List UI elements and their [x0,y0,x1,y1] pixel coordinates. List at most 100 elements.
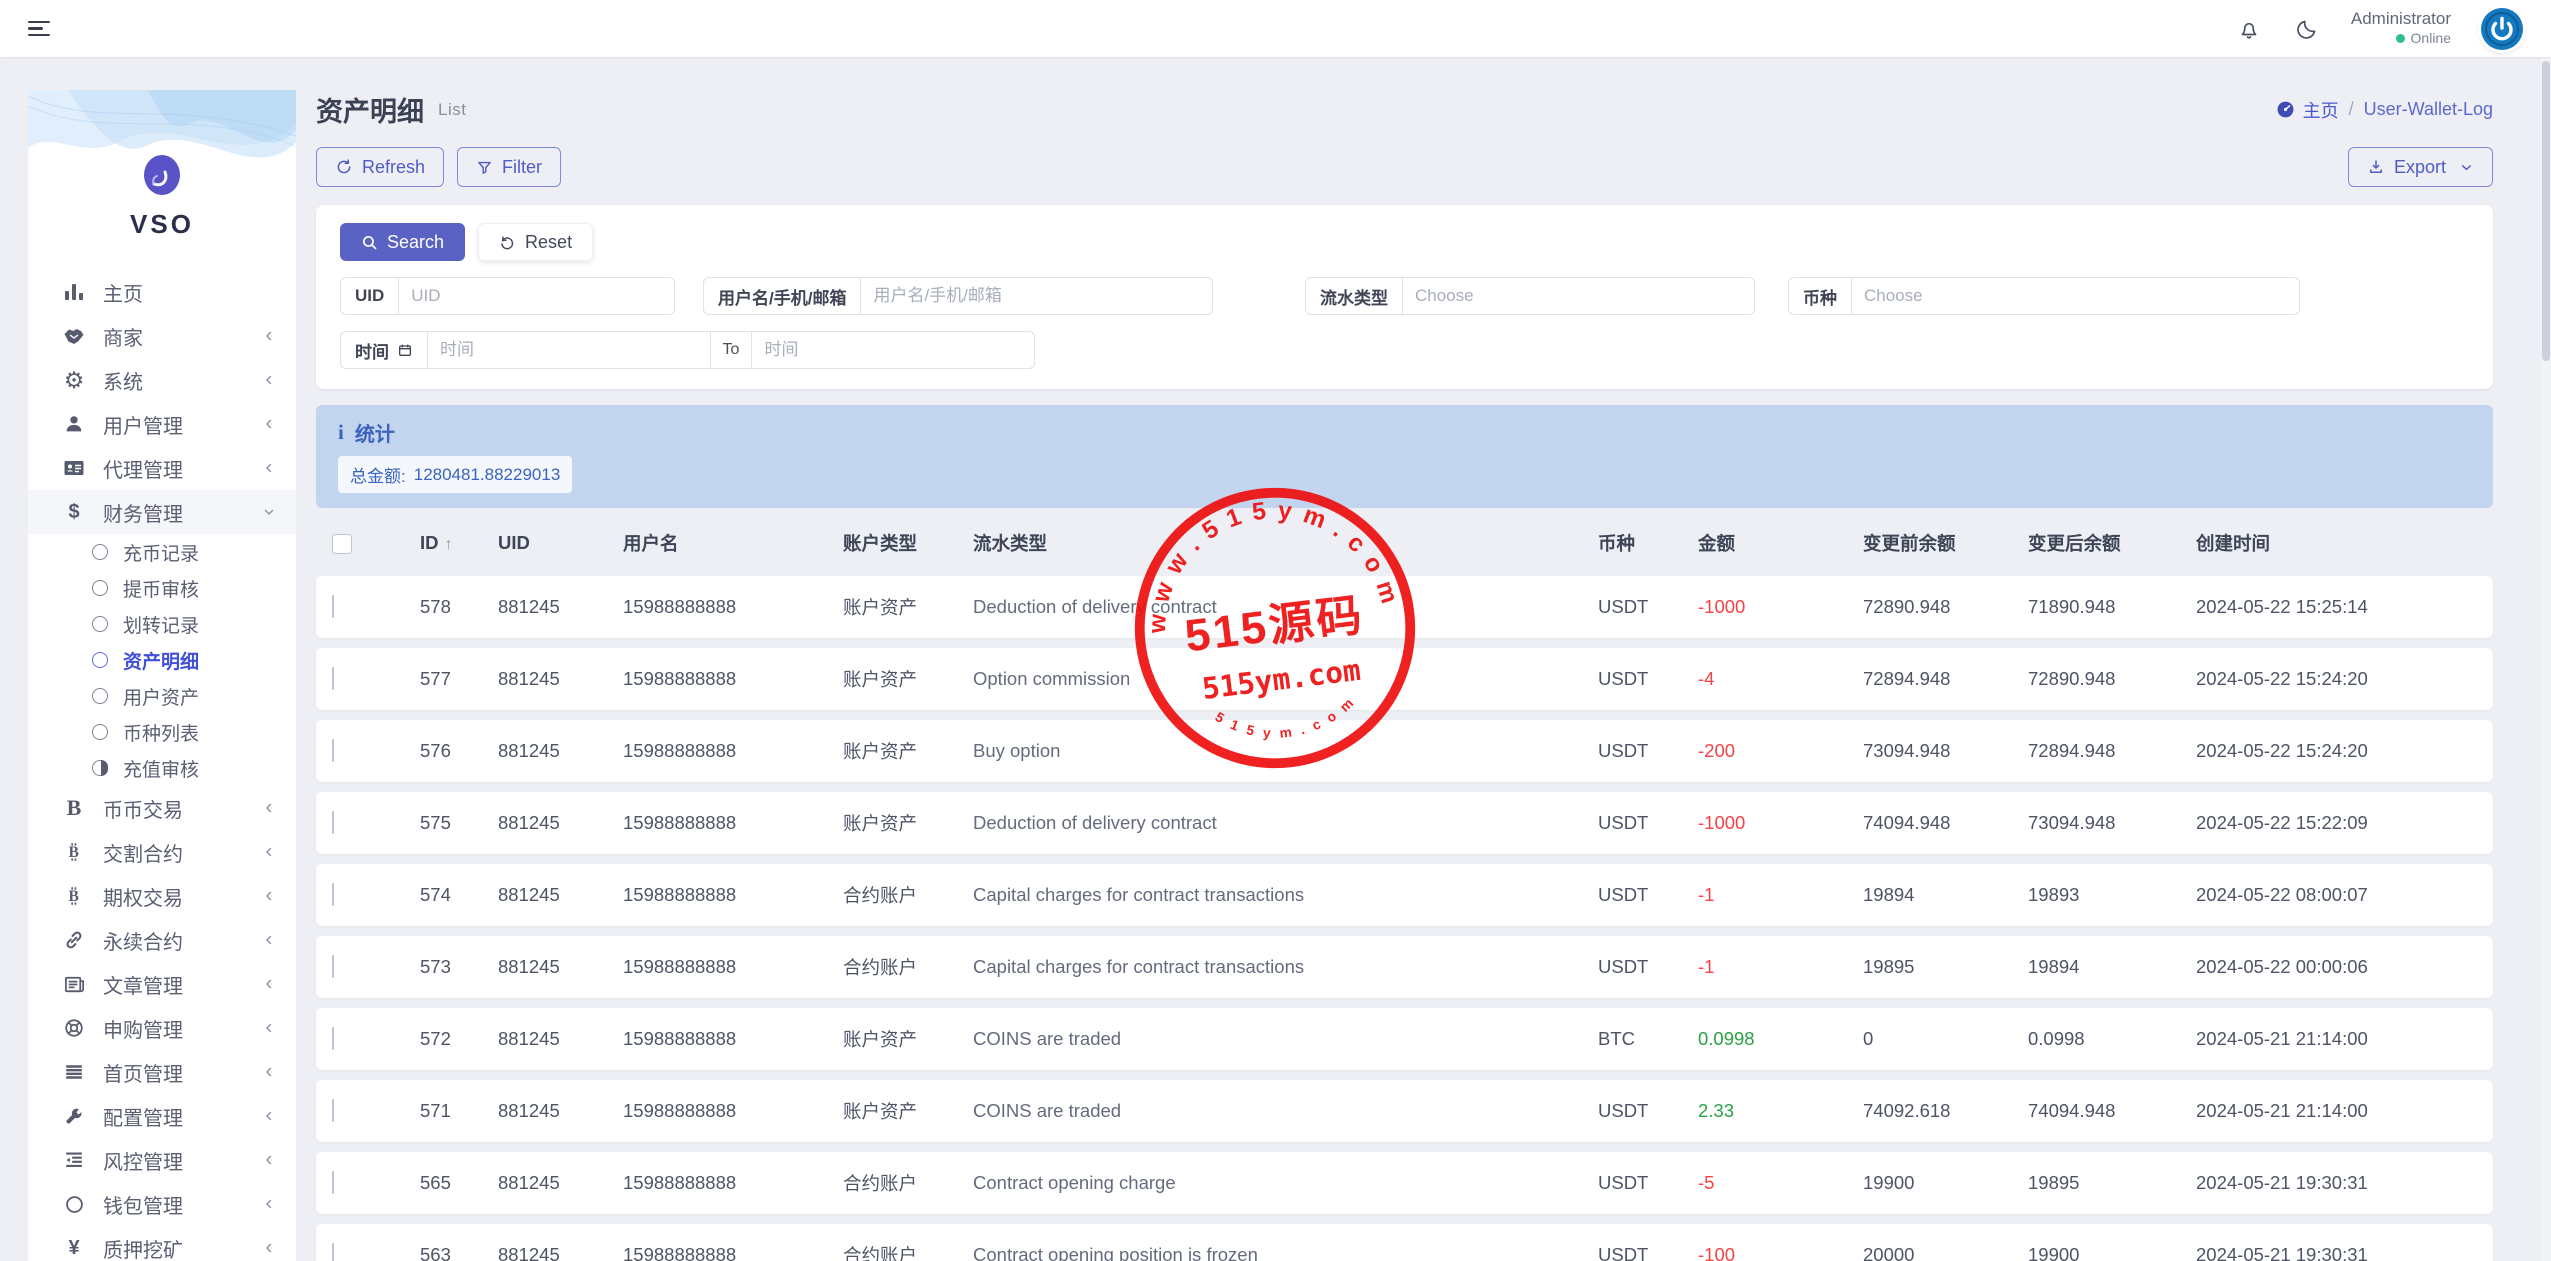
flow-type-field-label: 流水类型 [1306,278,1403,314]
col-uid[interactable]: UID [498,532,623,554]
sidebar-toggle-icon[interactable] [28,21,50,37]
col-username[interactable]: 用户名 [623,530,843,556]
sidebar-item-staking-mining[interactable]: ¥质押挖矿 [28,1226,296,1261]
col-id[interactable]: ID↑ [420,532,498,554]
cell-amount: -5 [1698,1172,1863,1194]
table-row: 56588124515988888888合约账户Contract opening… [316,1152,2493,1214]
col-created-at[interactable]: 创建时间 [2196,530,2477,556]
row-checkbox[interactable] [332,1171,334,1194]
cell-coin: USDT [1598,1244,1698,1261]
cell-created-at: 2024-05-22 00:00:06 [2196,956,2477,978]
sidebar-subitem-deposit-records[interactable]: 充币记录 [28,534,296,570]
cell-balance-after: 71890.948 [2028,596,2196,618]
row-checkbox[interactable] [332,955,334,978]
svg-text:B: B [68,844,78,861]
dark-mode-moon-icon[interactable] [2293,15,2321,43]
cell-coin: USDT [1598,596,1698,618]
circle-icon [92,652,108,668]
sidebar-item-delivery-contract[interactable]: B交割合约 [28,830,296,874]
uid-field-label: UID [341,278,399,314]
svg-text:B: B [68,888,78,905]
search-button[interactable]: Search [340,223,465,261]
col-flow-type[interactable]: 流水类型 [973,530,1598,556]
sidebar-subitem-asset-details[interactable]: 资产明细 [28,642,296,678]
cell-coin: USDT [1598,1100,1698,1122]
time-to-input[interactable] [752,332,1034,368]
row-checkbox[interactable] [332,1243,334,1261]
chart-bars-icon [60,279,88,305]
cell-id: 571 [420,1100,498,1122]
sidebar-subitem-recharge-review[interactable]: 充值审核 [28,750,296,786]
sidebar-item-agent-mgmt[interactable]: 代理管理 [28,446,296,490]
cell-created-at: 2024-05-21 21:14:00 [2196,1100,2477,1122]
sidebar-item-finance-mgmt[interactable]: $财务管理 [28,490,296,534]
export-button[interactable]: Export [2348,147,2493,187]
row-checkbox[interactable] [332,1099,334,1122]
cell-id: 573 [420,956,498,978]
sidebar-item-merchant[interactable]: 商家 [28,314,296,358]
cell-checkbox [332,1172,420,1194]
sidebar-item-risk-mgmt[interactable]: 风控管理 [28,1138,296,1182]
row-checkbox[interactable] [332,739,334,762]
flow-type-select[interactable] [1403,278,1754,314]
col-amount[interactable]: 金额 [1698,530,1863,556]
sidebar-subitem-coin-list[interactable]: 币种列表 [28,714,296,750]
brand[interactable]: VSO [28,90,296,240]
avatar[interactable] [2481,8,2523,50]
chevron-left-icon [262,1065,276,1079]
table-header: ID↑ UID 用户名 账户类型 流水类型 币种 金额 变更前余额 变更后余额 … [316,520,2493,566]
sidebar-subitem-withdraw-review[interactable]: 提币审核 [28,570,296,606]
sidebar-item-perpetual-contract[interactable]: 永续合约 [28,918,296,962]
row-checkbox[interactable] [332,811,334,834]
cell-uid: 881245 [498,884,623,906]
table-body: 57888124515988888888账户资产Deduction of del… [316,576,2493,1261]
sidebar-item-home[interactable]: 主页 [28,270,296,314]
sidebar-subitem-transfer-records[interactable]: 划转记录 [28,606,296,642]
sidebar-item-label: 申购管理 [103,1014,183,1043]
row-checkbox[interactable] [332,595,334,618]
breadcrumb: 主页 / User-Wallet-Log [2276,97,2493,123]
chevron-down-icon [262,505,276,519]
time-from-input[interactable] [428,332,710,368]
cell-coin: USDT [1598,740,1698,762]
coin-select[interactable] [1852,278,2299,314]
notifications-bell-icon[interactable] [2235,15,2263,43]
scrollbar-track[interactable] [2541,57,2551,1261]
sidebar-item-options-trade[interactable]: B期权交易 [28,874,296,918]
select-all-checkbox[interactable] [332,534,352,554]
username-input[interactable] [861,278,1212,314]
col-account-type[interactable]: 账户类型 [843,530,973,556]
sidebar-item-article-mgmt[interactable]: 文章管理 [28,962,296,1006]
col-coin[interactable]: 币种 [1598,530,1698,556]
sidebar-item-user-mgmt[interactable]: 用户管理 [28,402,296,446]
sidebar-item-spot-trade[interactable]: B币币交易 [28,786,296,830]
row-checkbox[interactable] [332,1027,334,1050]
cell-balance-after: 19894 [2028,956,2196,978]
dashboard-gauge-icon [2276,100,2295,119]
total-amount-label: 总金额: [350,462,406,487]
sidebar-subitem-user-assets[interactable]: 用户资产 [28,678,296,714]
breadcrumb-home-link[interactable]: 主页 [2276,97,2339,123]
col-balance-before[interactable]: 变更前余额 [1863,530,2028,556]
reset-button[interactable]: Reset [478,223,593,261]
cell-amount: -200 [1698,740,1863,762]
sidebar-item-homepage-mgmt[interactable]: 首页管理 [28,1050,296,1094]
filter-button[interactable]: Filter [457,147,561,187]
filter-funnel-icon [476,159,493,176]
scrollbar-thumb[interactable] [2542,61,2550,361]
sidebar-item-config-mgmt[interactable]: 配置管理 [28,1094,296,1138]
row-checkbox[interactable] [332,883,334,906]
sidebar-item-subscription-mgmt[interactable]: 申购管理 [28,1006,296,1050]
cell-username: 15988888888 [623,596,843,618]
sidebar-item-system[interactable]: ⚙系统 [28,358,296,402]
row-checkbox[interactable] [332,667,334,690]
cell-flow-type: Option commission [973,668,1598,690]
reset-undo-icon [499,234,516,251]
uid-input[interactable] [399,278,674,314]
time-range-group: 时间 To [340,331,1035,369]
sidebar-item-wallet-mgmt[interactable]: 钱包管理 [28,1182,296,1226]
user-info[interactable]: Administrator Online [2351,8,2451,49]
brand-logo-icon [139,152,185,203]
col-balance-after[interactable]: 变更后余额 [2028,530,2196,556]
refresh-button[interactable]: Refresh [316,147,444,187]
